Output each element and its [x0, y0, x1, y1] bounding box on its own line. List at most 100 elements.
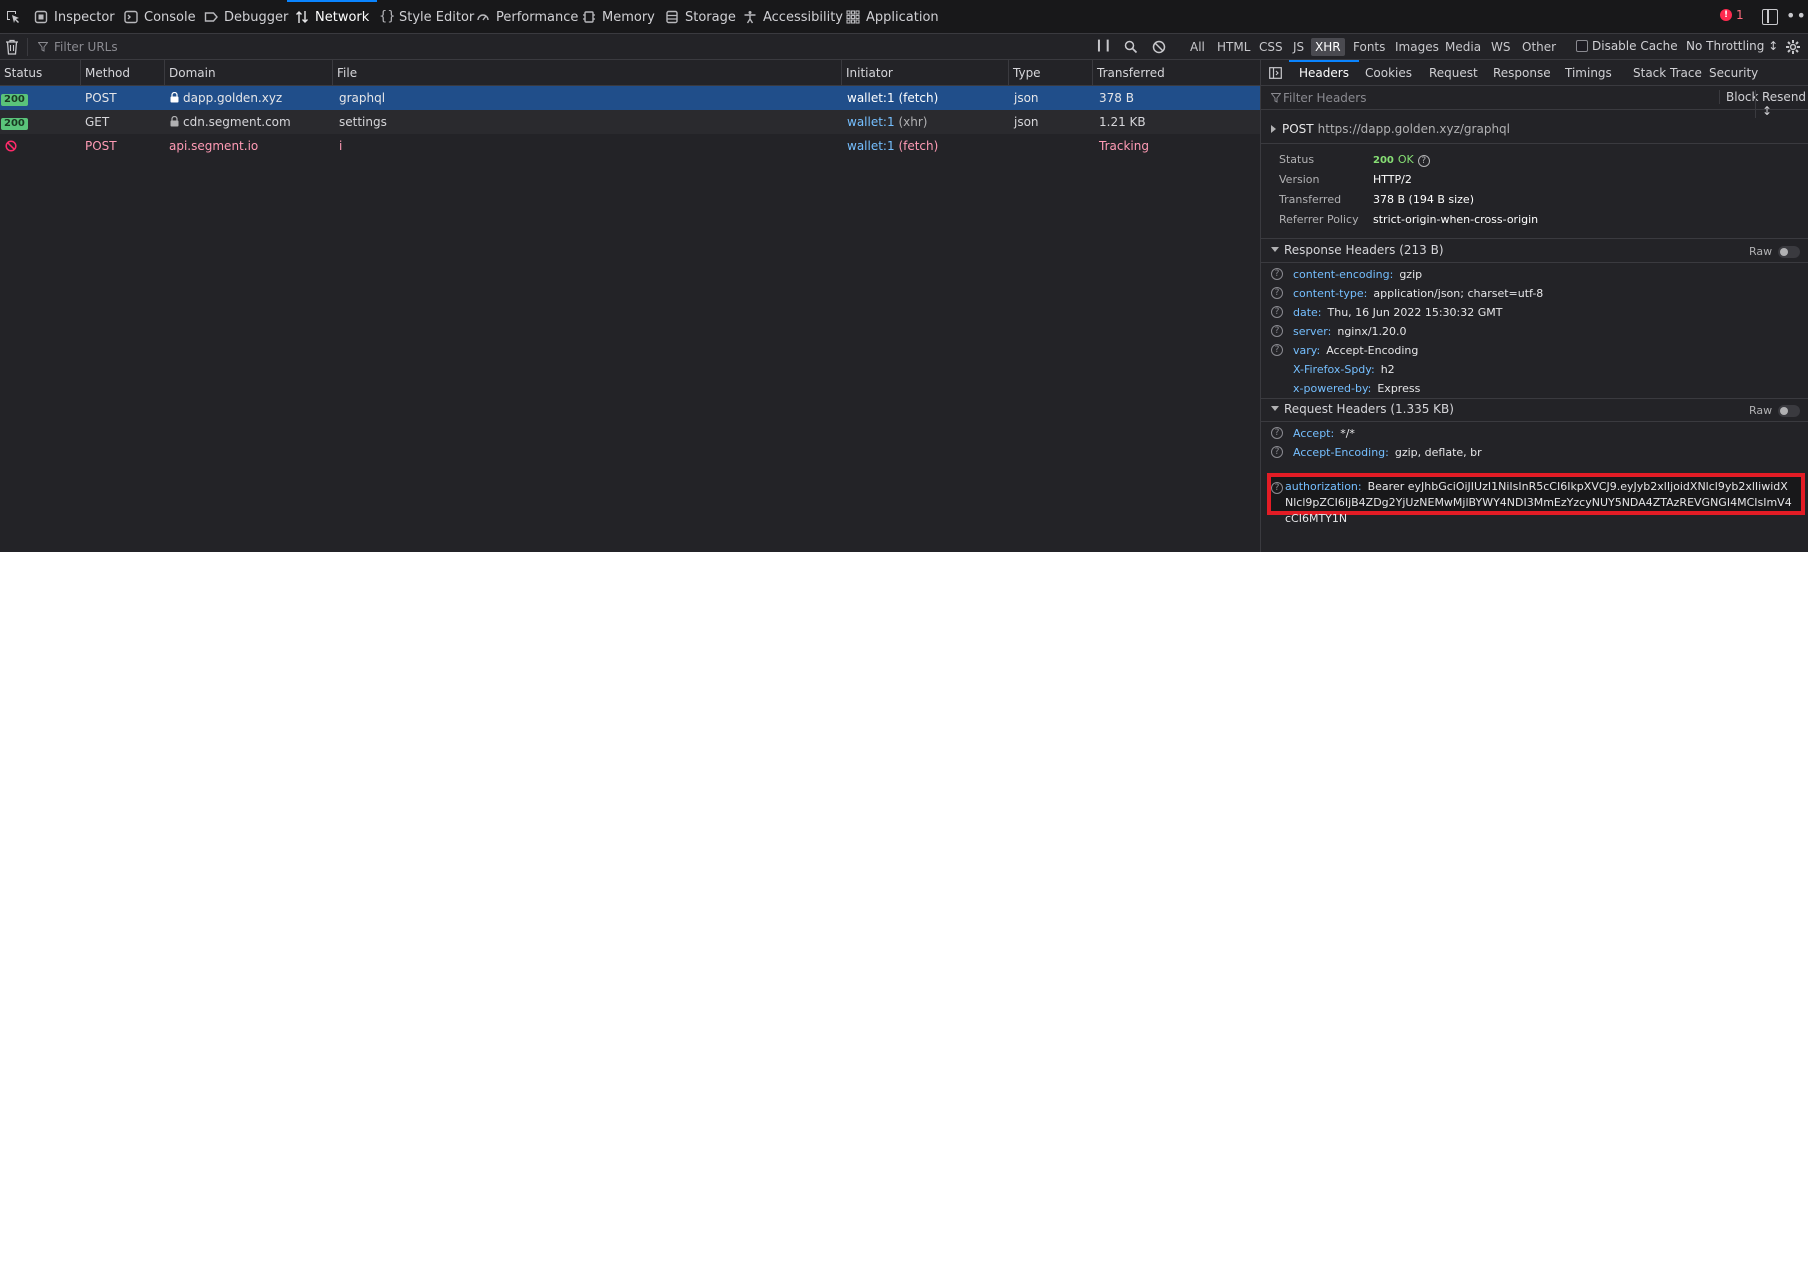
header-row: X-Firefox-Spdy: h2: [1271, 360, 1395, 378]
filter-type-css[interactable]: CSS: [1255, 38, 1287, 56]
filter-type-images[interactable]: Images: [1391, 38, 1443, 56]
tab-headers[interactable]: Headers: [1289, 60, 1359, 86]
filter-type-ws[interactable]: WS: [1487, 38, 1514, 56]
header-key: x-powered-by:: [1293, 381, 1372, 395]
help-icon[interactable]: ?: [1271, 446, 1283, 458]
tab-memory[interactable]: Memory: [582, 0, 655, 34]
clear-trash-icon[interactable]: [5, 39, 19, 55]
column-transferred[interactable]: Transferred: [1093, 60, 1260, 86]
tab-network[interactable]: Network: [286, 0, 378, 34]
help-icon[interactable]: ?: [1271, 287, 1283, 299]
help-icon[interactable]: ?: [1271, 306, 1283, 318]
filter-type-js[interactable]: JS: [1289, 38, 1308, 56]
tab-inspector[interactable]: Inspector: [34, 0, 115, 34]
filter-urls-input[interactable]: [38, 37, 1078, 57]
error-count: 1: [1736, 8, 1744, 22]
tab-accessibility[interactable]: Accessibility: [743, 0, 843, 34]
throttling-select[interactable]: No Throttling ↕: [1686, 39, 1778, 53]
file-cell: i: [339, 139, 343, 153]
toggle-sidebar-icon[interactable]: [1269, 67, 1282, 79]
memory-icon: [582, 10, 596, 24]
domain-text: dapp.golden.xyz: [183, 91, 283, 105]
filter-type-html[interactable]: HTML: [1213, 38, 1254, 56]
status-code: 200: [1373, 155, 1394, 166]
tab-response[interactable]: Response: [1493, 60, 1551, 86]
raw-switch[interactable]: [1778, 404, 1801, 417]
column-initiator[interactable]: Initiator: [842, 60, 1009, 86]
header-row: ? Accept-Encoding: gzip, deflate, br: [1271, 443, 1482, 461]
help-icon[interactable]: ?: [1271, 268, 1283, 280]
pause-icon[interactable]: ▎▎: [1098, 41, 1115, 52]
tab-label: Storage: [685, 9, 736, 25]
request-raw-toggle[interactable]: Raw: [1749, 404, 1801, 417]
error-count-badge[interactable]: ! 1: [1720, 8, 1744, 22]
tab-style-editor[interactable]: {} Style Editor: [379, 0, 474, 34]
tab-timings[interactable]: Timings: [1565, 60, 1612, 86]
authorization-header[interactable]: authorization: Bearer eyJhbGciOiJIUzI1NiI…: [1285, 479, 1795, 527]
tab-stack-trace[interactable]: Stack Trace: [1633, 60, 1702, 86]
header-value: Thu, 16 Jun 2022 15:30:32 GMT: [1327, 305, 1503, 319]
transferred-label: Transferred: [1279, 193, 1342, 206]
raw-label: Raw: [1749, 245, 1773, 258]
help-icon[interactable]: ?: [1417, 155, 1430, 167]
console-icon: [124, 10, 138, 24]
disable-cache-toggle[interactable]: Disable Cache: [1576, 39, 1678, 53]
raw-switch[interactable]: [1778, 245, 1801, 258]
help-icon[interactable]: ?: [1271, 427, 1283, 439]
gear-icon[interactable]: [1785, 39, 1801, 58]
status-label: Status: [1279, 153, 1315, 166]
initiator-link[interactable]: wallet:1: [847, 91, 895, 105]
disable-cache-checkbox[interactable]: [1576, 40, 1588, 52]
filter-type-all[interactable]: All: [1186, 38, 1209, 56]
filter-headers-input[interactable]: [1283, 89, 1663, 107]
column-method[interactable]: Method: [81, 60, 165, 86]
tab-console[interactable]: Console: [124, 0, 196, 34]
status-text: OK: [1397, 153, 1414, 166]
header-row: x-powered-by: Express: [1271, 379, 1420, 397]
header-filter-bar: Block Resend ↕: [1261, 86, 1808, 118]
initiator-link[interactable]: wallet:1: [847, 115, 895, 129]
dock-side-icon[interactable]: [1762, 9, 1778, 25]
tab-cookies[interactable]: Cookies: [1365, 60, 1412, 86]
lock-icon: [170, 116, 179, 127]
tab-storage[interactable]: Storage: [665, 0, 736, 34]
filter-type-other[interactable]: Other: [1518, 38, 1560, 56]
help-icon[interactable]: ?: [1271, 482, 1283, 494]
table-row[interactable]: POST api.segment.io i wallet:1 (fetch) T…: [0, 134, 1260, 158]
tab-request[interactable]: Request: [1429, 60, 1478, 86]
debugger-icon: [204, 10, 218, 24]
tab-label: Memory: [602, 9, 655, 25]
request-headers-toggle[interactable]: Request Headers (1.335 KB): [1271, 402, 1454, 420]
filter-type-media[interactable]: Media: [1441, 38, 1485, 56]
filter-type-xhr[interactable]: XHR: [1311, 38, 1345, 56]
column-file[interactable]: File: [333, 60, 842, 86]
search-icon[interactable]: [1124, 40, 1138, 57]
filter-type-fonts[interactable]: Fonts: [1349, 38, 1389, 56]
column-status[interactable]: Status: [0, 60, 81, 86]
header-value: application/json; charset=utf-8: [1373, 286, 1544, 300]
divider: [1261, 238, 1808, 239]
help-icon[interactable]: ?: [1271, 344, 1283, 356]
help-icon[interactable]: ?: [1271, 325, 1283, 337]
response-raw-toggle[interactable]: Raw: [1749, 245, 1801, 258]
more-options-icon[interactable]: •••: [1786, 6, 1808, 25]
initiator-link[interactable]: wallet:1: [847, 139, 895, 153]
tab-security[interactable]: Security: [1709, 60, 1758, 86]
resend-button[interactable]: Resend ↕: [1755, 90, 1808, 118]
block-button[interactable]: Block: [1719, 90, 1758, 104]
tab-application[interactable]: Application: [846, 0, 939, 34]
element-picker-icon[interactable]: [2, 6, 24, 28]
help-icon-placeholder: [1271, 363, 1283, 375]
request-summary[interactable]: POST https://dapp.golden.xyz/graphql: [1271, 122, 1510, 136]
block-icon[interactable]: [1152, 40, 1166, 57]
table-row[interactable]: 200 GET cdn.segment.com settings wallet:…: [0, 110, 1260, 134]
tab-debugger[interactable]: Debugger: [204, 0, 288, 34]
tab-performance[interactable]: Performance: [476, 0, 578, 34]
response-headers-toggle[interactable]: Response Headers (213 B): [1271, 243, 1444, 261]
column-domain[interactable]: Domain: [165, 60, 333, 86]
tab-label: Debugger: [224, 9, 289, 25]
column-type[interactable]: Type: [1009, 60, 1093, 86]
collapse-arrow-icon: [1271, 406, 1279, 411]
table-row[interactable]: 200 POST dapp.golden.xyz graphql wallet:…: [0, 86, 1260, 110]
application-icon: [846, 10, 860, 24]
